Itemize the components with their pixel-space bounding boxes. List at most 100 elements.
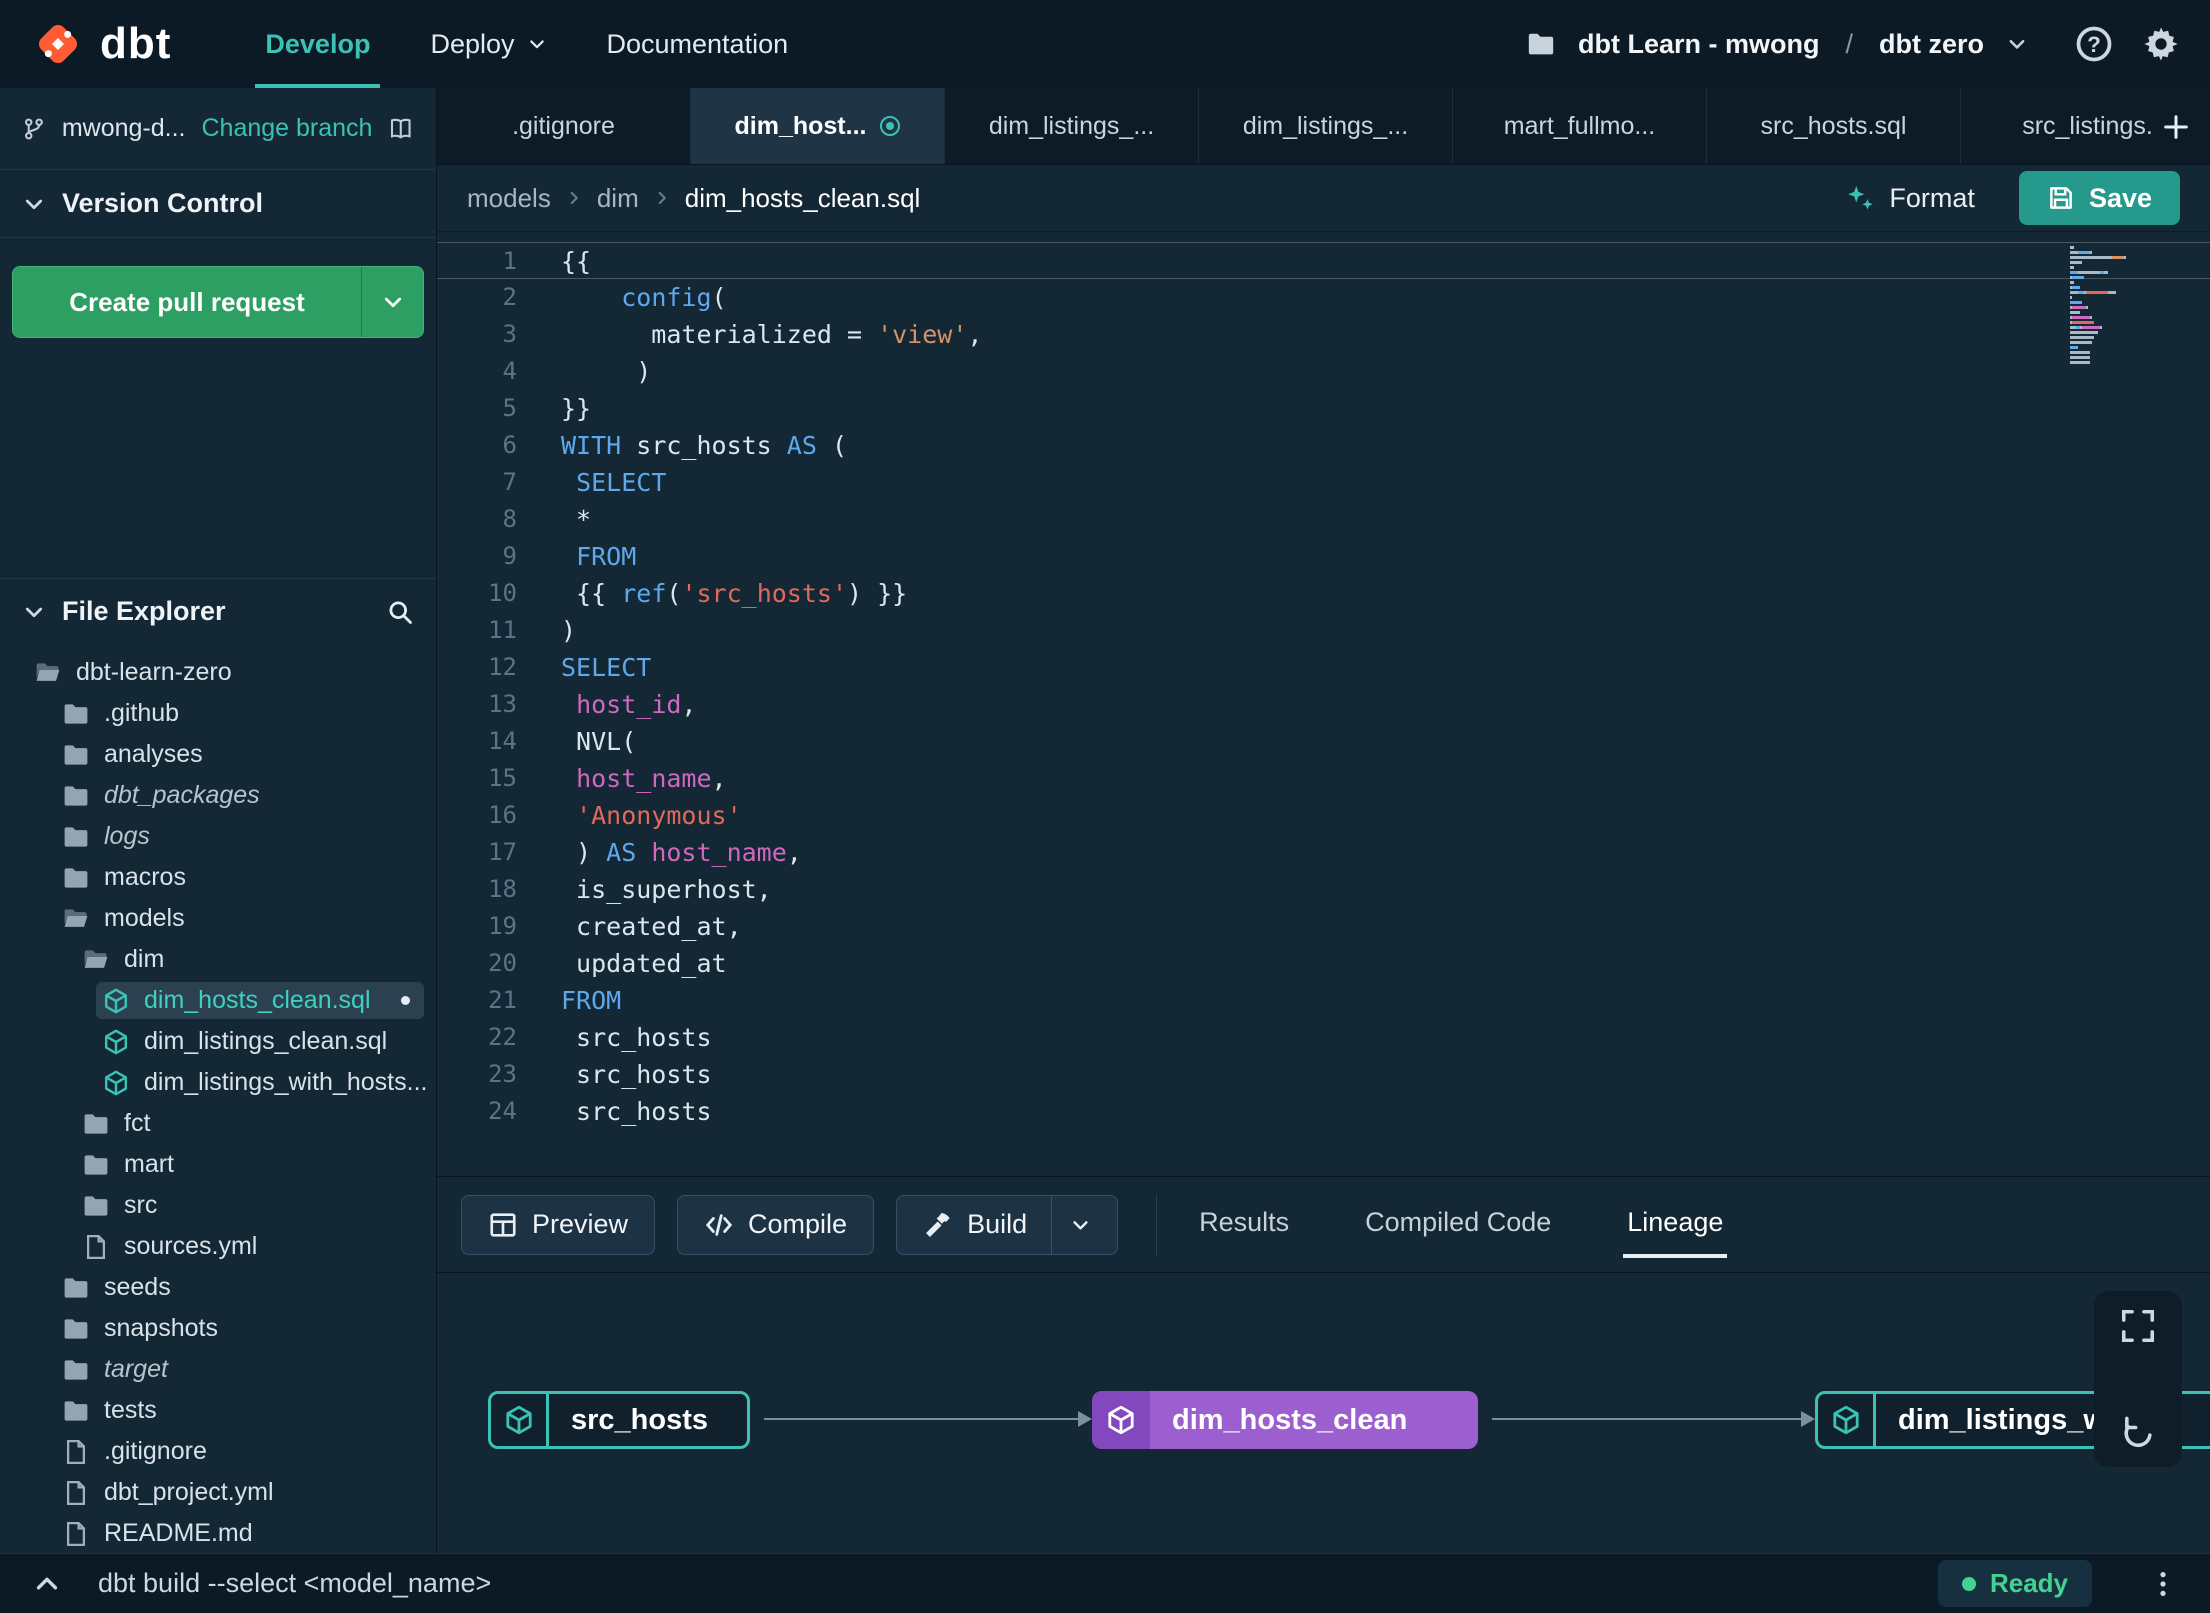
minimap[interactable] bbox=[2070, 246, 2138, 366]
code-line-24[interactable]: 24 src_hosts bbox=[437, 1093, 2210, 1130]
tree-item-tests[interactable]: tests bbox=[8, 1390, 428, 1431]
code-line-7[interactable]: 7 SELECT bbox=[437, 464, 2210, 501]
code-line-12[interactable]: 12 SELECT bbox=[437, 649, 2210, 686]
tree-item-dbt-project-yml[interactable]: dbt_project.yml bbox=[8, 1472, 428, 1513]
project-name[interactable]: dbt zero bbox=[1879, 29, 1984, 60]
change-branch-link[interactable]: Change branch bbox=[202, 114, 373, 143]
tree-item-mart[interactable]: mart bbox=[8, 1144, 428, 1185]
sidebar: mwong-d... Change branch Version Control… bbox=[0, 88, 437, 1553]
code-line-1[interactable]: 1 {{ bbox=[437, 242, 2210, 279]
code-text: materialized = 'view', bbox=[561, 320, 983, 349]
code-line-21[interactable]: 21 FROM bbox=[437, 982, 2210, 1019]
tree-item-dim-listings-with-hosts[interactable]: dim_listings_with_hosts... bbox=[8, 1062, 428, 1103]
search-icon[interactable] bbox=[386, 598, 414, 626]
editor-tab-gitignore[interactable]: .gitignore bbox=[437, 88, 691, 164]
help-icon[interactable]: ? bbox=[2074, 24, 2114, 64]
tree-item-gitignore[interactable]: .gitignore bbox=[8, 1431, 428, 1472]
compile-button[interactable]: Compile bbox=[677, 1194, 875, 1255]
tree-item-dim-listings-clean-sql[interactable]: dim_listings_clean.sql bbox=[8, 1021, 428, 1062]
tree-item-dim-hosts-clean-sql[interactable]: dim_hosts_clean.sql bbox=[8, 980, 428, 1021]
build-button[interactable]: Build bbox=[896, 1194, 1119, 1255]
tree-item-logs[interactable]: logs bbox=[8, 816, 428, 857]
lineage-edge bbox=[1492, 1411, 1815, 1427]
tree-item-models[interactable]: models bbox=[8, 898, 428, 939]
code-line-6[interactable]: 6 WITH src_hosts AS ( bbox=[437, 427, 2210, 464]
code-text: * bbox=[561, 505, 592, 534]
lineage-node-src-hosts[interactable]: src_hosts bbox=[488, 1391, 750, 1449]
tree-item-analyses[interactable]: analyses bbox=[8, 734, 428, 775]
tree-item-snapshots[interactable]: snapshots bbox=[8, 1308, 428, 1349]
code-line-11[interactable]: 11) bbox=[437, 612, 2210, 649]
editor-tab-mart-fullmo[interactable]: mart_fullmo... bbox=[1453, 88, 1707, 164]
gear-icon[interactable] bbox=[2142, 25, 2180, 63]
nav-item-deploy[interactable]: Deploy bbox=[400, 0, 576, 88]
code-line-13[interactable]: 13 host_id, bbox=[437, 686, 2210, 723]
breadcrumb-dim[interactable]: dim bbox=[597, 183, 639, 214]
pr-options-caret[interactable] bbox=[361, 267, 423, 337]
tree-item-seeds[interactable]: seeds bbox=[8, 1267, 428, 1308]
code-line-2[interactable]: 2 config( bbox=[437, 279, 2210, 316]
preview-button[interactable]: Preview bbox=[461, 1194, 656, 1255]
new-tab-button[interactable] bbox=[2152, 88, 2200, 164]
code-line-8[interactable]: 8 * bbox=[437, 501, 2210, 538]
code-line-23[interactable]: 23 src_hosts bbox=[437, 1056, 2210, 1093]
code-line-17[interactable]: 17 ) AS host_name, bbox=[437, 834, 2210, 871]
code-line-22[interactable]: 22 src_hosts bbox=[437, 1019, 2210, 1056]
account-name[interactable]: dbt Learn - mwong bbox=[1578, 29, 1819, 60]
version-control-body: Create pull request bbox=[0, 238, 436, 578]
code-text: }} bbox=[561, 394, 592, 423]
breadcrumb-models[interactable]: models bbox=[467, 183, 551, 214]
panel-tab-lineage[interactable]: Lineage bbox=[1623, 1191, 1728, 1258]
tree-item-label: README.md bbox=[104, 1519, 253, 1547]
code-line-4[interactable]: 4 ) bbox=[437, 353, 2210, 390]
code-line-14[interactable]: 14 NVL( bbox=[437, 723, 2210, 760]
dbt-logo[interactable]: dbt bbox=[30, 16, 171, 72]
chevron-up-icon[interactable] bbox=[32, 1569, 62, 1599]
nav-item-documentation[interactable]: Documentation bbox=[577, 0, 819, 88]
code-line-18[interactable]: 18 is_superhost, bbox=[437, 871, 2210, 908]
format-button[interactable]: Format bbox=[1845, 183, 1975, 214]
tree-item-dbt-packages[interactable]: dbt_packages bbox=[8, 775, 428, 816]
tree-item-dbt-learn-zero[interactable]: dbt-learn-zero bbox=[8, 652, 428, 693]
code-line-15[interactable]: 15 host_name, bbox=[437, 760, 2210, 797]
tree-item-macros[interactable]: macros bbox=[8, 857, 428, 898]
editor-tab-dim-listings[interactable]: dim_listings_... bbox=[1199, 88, 1453, 164]
fullscreen-icon[interactable] bbox=[2119, 1307, 2157, 1345]
tree-item-target[interactable]: target bbox=[8, 1349, 428, 1390]
docs-book-icon[interactable] bbox=[388, 114, 414, 144]
project-caret-icon[interactable] bbox=[2006, 33, 2028, 55]
topnav-right: dbt Learn - mwong / dbt zero ? bbox=[1526, 24, 2180, 64]
build-options-caret[interactable] bbox=[1051, 1194, 1091, 1255]
command-input[interactable]: dbt build --select <model_name> bbox=[98, 1568, 491, 1599]
tree-item-fct[interactable]: fct bbox=[8, 1103, 428, 1144]
nav-item-develop[interactable]: Develop bbox=[235, 0, 400, 88]
editor-tab-src-hosts-sql[interactable]: src_hosts.sql bbox=[1707, 88, 1961, 164]
editor-tab-dim-host[interactable]: dim_host... bbox=[691, 88, 945, 164]
lineage-canvas[interactable]: src_hosts dim_hosts_clean dim_listings_w_h bbox=[437, 1272, 2210, 1553]
tree-item-readme-md[interactable]: README.md bbox=[8, 1513, 428, 1553]
version-control-header[interactable]: Version Control bbox=[0, 170, 436, 238]
lineage-node-dim-hosts-clean[interactable]: dim_hosts_clean bbox=[1092, 1391, 1478, 1449]
code-line-3[interactable]: 3 materialized = 'view', bbox=[437, 316, 2210, 353]
save-button[interactable]: Save bbox=[2018, 171, 2180, 225]
code-line-5[interactable]: 5}} bbox=[437, 390, 2210, 427]
panel-tab-results[interactable]: Results bbox=[1195, 1191, 1293, 1258]
create-pull-request-button[interactable]: Create pull request bbox=[12, 266, 424, 338]
code-editor[interactable]: 1{{2 config(3 materialized = 'view', 4 ) 5… bbox=[437, 232, 2210, 1176]
code-line-9[interactable]: 9 FROM bbox=[437, 538, 2210, 575]
reset-view-icon[interactable] bbox=[2119, 1413, 2157, 1451]
code-line-10[interactable]: 10 {{ ref('src_hosts') }} bbox=[437, 575, 2210, 612]
code-line-16[interactable]: 16 'Anonymous' bbox=[437, 797, 2210, 834]
file-explorer-header[interactable]: File Explorer bbox=[0, 578, 436, 644]
kebab-menu-icon[interactable] bbox=[2148, 1569, 2178, 1599]
code-line-20[interactable]: 20 updated_at bbox=[437, 945, 2210, 982]
tree-item-github[interactable]: .github bbox=[8, 693, 428, 734]
tree-item-dim[interactable]: dim bbox=[8, 939, 428, 980]
panel-tab-compiled-code[interactable]: Compiled Code bbox=[1361, 1191, 1555, 1258]
tree-item-src[interactable]: src bbox=[8, 1185, 428, 1226]
code-icon bbox=[704, 1210, 734, 1240]
code-line-19[interactable]: 19 created_at, bbox=[437, 908, 2210, 945]
tree-item-sources-yml[interactable]: sources.yml bbox=[8, 1226, 428, 1267]
editor-tab-dim-listings[interactable]: dim_listings_... bbox=[945, 88, 1199, 164]
tree-item-label: logs bbox=[104, 822, 150, 850]
